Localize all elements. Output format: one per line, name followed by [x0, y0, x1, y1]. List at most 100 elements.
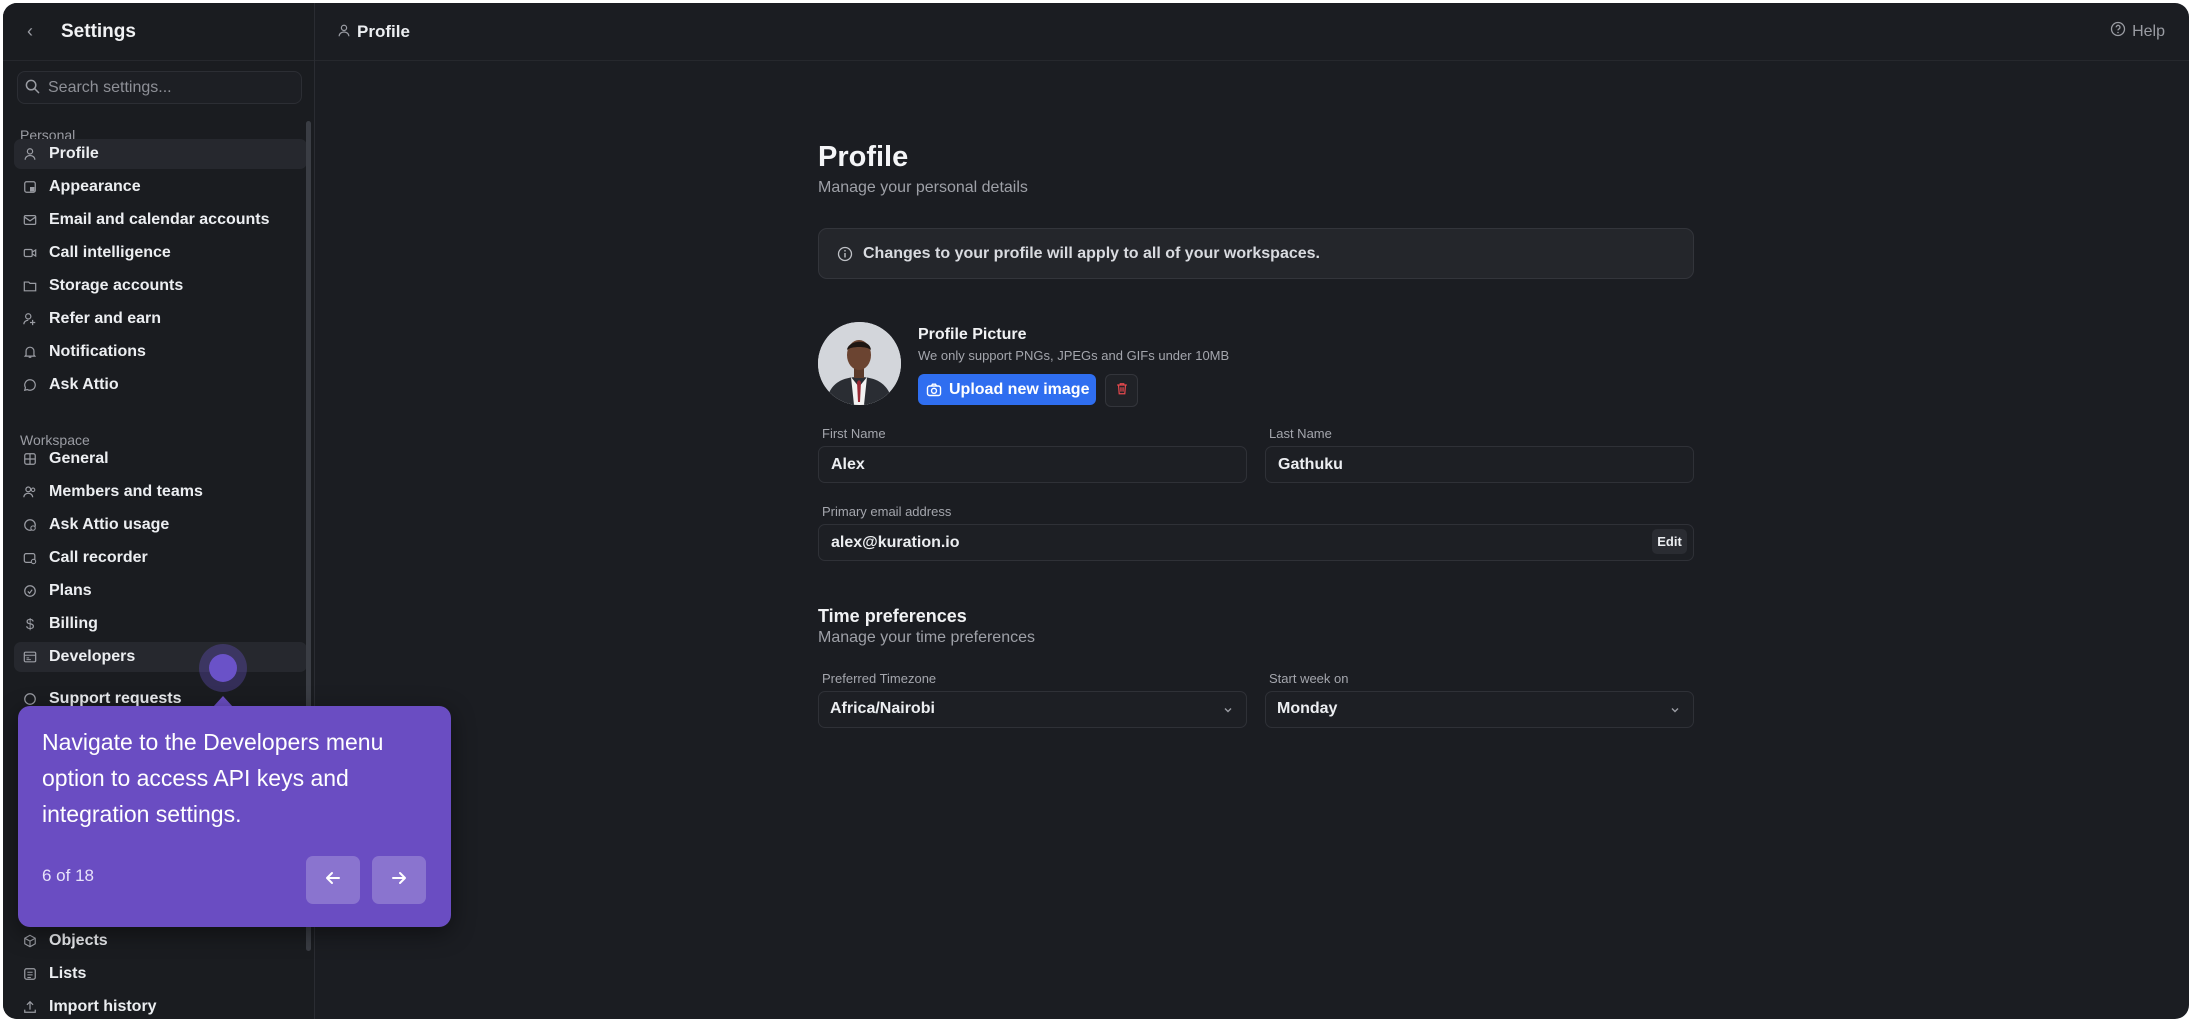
last-name-label: Last Name	[1269, 426, 1332, 441]
info-icon	[837, 246, 853, 262]
developers-icon	[22, 649, 38, 665]
sidebar-item-general[interactable]: General	[14, 444, 307, 474]
sidebar-item-label: Developers	[49, 648, 136, 665]
video-icon	[22, 245, 38, 261]
week-start-label: Start week on	[1269, 671, 1349, 686]
sidebar-item-label: Billing	[49, 615, 98, 632]
email-input	[829, 531, 1533, 555]
sidebar-item-refer[interactable]: Refer and earn	[14, 304, 307, 334]
grid-icon	[22, 451, 38, 467]
upload-image-button[interactable]: Upload new image	[918, 374, 1096, 405]
help-label: Help	[2132, 22, 2165, 40]
support-icon	[22, 691, 38, 707]
edit-email-button[interactable]: Edit	[1652, 529, 1687, 554]
cube-icon	[22, 933, 38, 949]
search-box[interactable]	[17, 71, 302, 104]
back-icon[interactable]: ‹	[27, 20, 43, 42]
last-name-input[interactable]	[1276, 453, 1622, 477]
chevron-down-icon	[1222, 703, 1234, 721]
sidebar-header: ‹ Settings	[3, 3, 314, 61]
sidebar-item-profile[interactable]: Profile	[14, 139, 307, 169]
sidebar-item-appearance[interactable]: Appearance	[14, 172, 307, 202]
dollar-icon: $	[25, 615, 35, 633]
sidebar-item-email-calendar[interactable]: Email and calendar accounts	[14, 205, 307, 235]
delete-image-button[interactable]	[1105, 374, 1138, 407]
sidebar-item-label: Objects	[49, 932, 108, 949]
sidebar-item-label: Lists	[49, 965, 87, 982]
timezone-select[interactable]: Africa/Nairobi	[818, 691, 1247, 728]
email-label: Primary email address	[822, 504, 952, 519]
user-icon	[337, 23, 351, 43]
tour-prev-button[interactable]	[306, 856, 360, 904]
arrow-left-icon	[323, 868, 343, 893]
time-preferences-title: Time preferences	[818, 606, 967, 626]
sidebar-item-notifications[interactable]: Notifications	[14, 337, 307, 367]
usage-icon	[22, 517, 38, 533]
profile-content: Profile Manage your personal details Cha…	[315, 61, 2189, 1019]
sidebar-item-lists[interactable]: Lists	[14, 959, 307, 989]
search-input[interactable]	[46, 76, 290, 100]
search-icon	[25, 79, 40, 99]
sidebar-item-label: Email and calendar accounts	[49, 211, 270, 228]
notice-text: Changes to your profile will apply to al…	[863, 244, 1320, 262]
trash-icon	[1115, 381, 1129, 401]
sidebar-item-call-intelligence[interactable]: Call intelligence	[14, 238, 307, 268]
users-icon	[22, 484, 38, 500]
email-field: Edit	[818, 524, 1694, 561]
help-button[interactable]: Help	[2110, 21, 2165, 42]
chevron-down-icon	[1669, 703, 1681, 721]
sidebar-item-label: Ask Attio	[49, 376, 119, 393]
week-start-select[interactable]: Monday	[1265, 691, 1694, 728]
sidebar-item-label: Plans	[49, 582, 92, 599]
upload-icon	[22, 999, 38, 1015]
sidebar-item-plans[interactable]: Plans	[14, 576, 307, 606]
first-name-field[interactable]	[818, 446, 1247, 483]
sidebar-item-import-history[interactable]: Import history	[14, 992, 307, 1019]
week-start-value: Monday	[1277, 700, 1338, 717]
plans-icon	[22, 583, 38, 599]
sidebar-item-label: Profile	[49, 145, 99, 162]
timezone-value: Africa/Nairobi	[830, 700, 935, 717]
appearance-icon	[22, 179, 38, 195]
user-icon	[22, 146, 38, 162]
arrow-right-icon	[389, 868, 409, 893]
profile-picture-hint: We only support PNGs, JPEGs and GIFs und…	[918, 348, 1230, 363]
bell-icon	[22, 344, 38, 360]
folder-icon	[22, 278, 38, 294]
sidebar-item-call-recorder[interactable]: Call recorder	[14, 543, 307, 573]
tour-step-counter: 6 of 18	[42, 866, 94, 885]
tour-hotspot[interactable]	[209, 654, 237, 682]
mail-calendar-icon	[22, 212, 38, 228]
sidebar-item-label: Refer and earn	[49, 310, 162, 327]
sidebar-item-billing[interactable]: $ Billing	[14, 609, 307, 639]
sidebar-item-ask-attio[interactable]: Ask Attio	[14, 370, 307, 400]
tour-next-button[interactable]	[372, 856, 426, 904]
time-preferences-subtitle: Manage your time preferences	[818, 629, 1035, 646]
info-notice: Changes to your profile will apply to al…	[818, 228, 1694, 279]
sidebar-item-label: Ask Attio usage	[49, 516, 170, 533]
top-bar: Profile Help	[315, 3, 2189, 61]
page-breadcrumb: Profile	[357, 22, 410, 41]
sidebar-item-label: Storage accounts	[49, 277, 184, 294]
refer-icon	[22, 311, 38, 327]
list-icon	[22, 966, 38, 982]
timezone-label: Preferred Timezone	[822, 671, 937, 686]
avatar[interactable]	[818, 322, 901, 405]
first-name-input[interactable]	[829, 453, 1175, 477]
sidebar-item-storage[interactable]: Storage accounts	[14, 271, 307, 301]
sidebar-item-members[interactable]: Members and teams	[14, 477, 307, 507]
sidebar-title: Settings	[61, 21, 136, 42]
tour-popover: Navigate to the Developers menu option t…	[18, 706, 451, 927]
help-icon	[2110, 21, 2126, 42]
sidebar-item-label: Notifications	[49, 343, 146, 360]
first-name-label: First Name	[822, 426, 886, 441]
sidebar-item-developers[interactable]: Developers	[14, 642, 307, 672]
camera-icon	[926, 382, 942, 398]
sidebar-item-label: Import history	[49, 998, 157, 1015]
last-name-field[interactable]	[1265, 446, 1694, 483]
chat-icon	[22, 377, 38, 393]
sidebar-item-label: Appearance	[49, 178, 141, 195]
sidebar-item-label: Call intelligence	[49, 244, 171, 261]
sidebar-item-objects[interactable]: Objects	[14, 926, 307, 956]
sidebar-item-ask-attio-usage[interactable]: Ask Attio usage	[14, 510, 307, 540]
